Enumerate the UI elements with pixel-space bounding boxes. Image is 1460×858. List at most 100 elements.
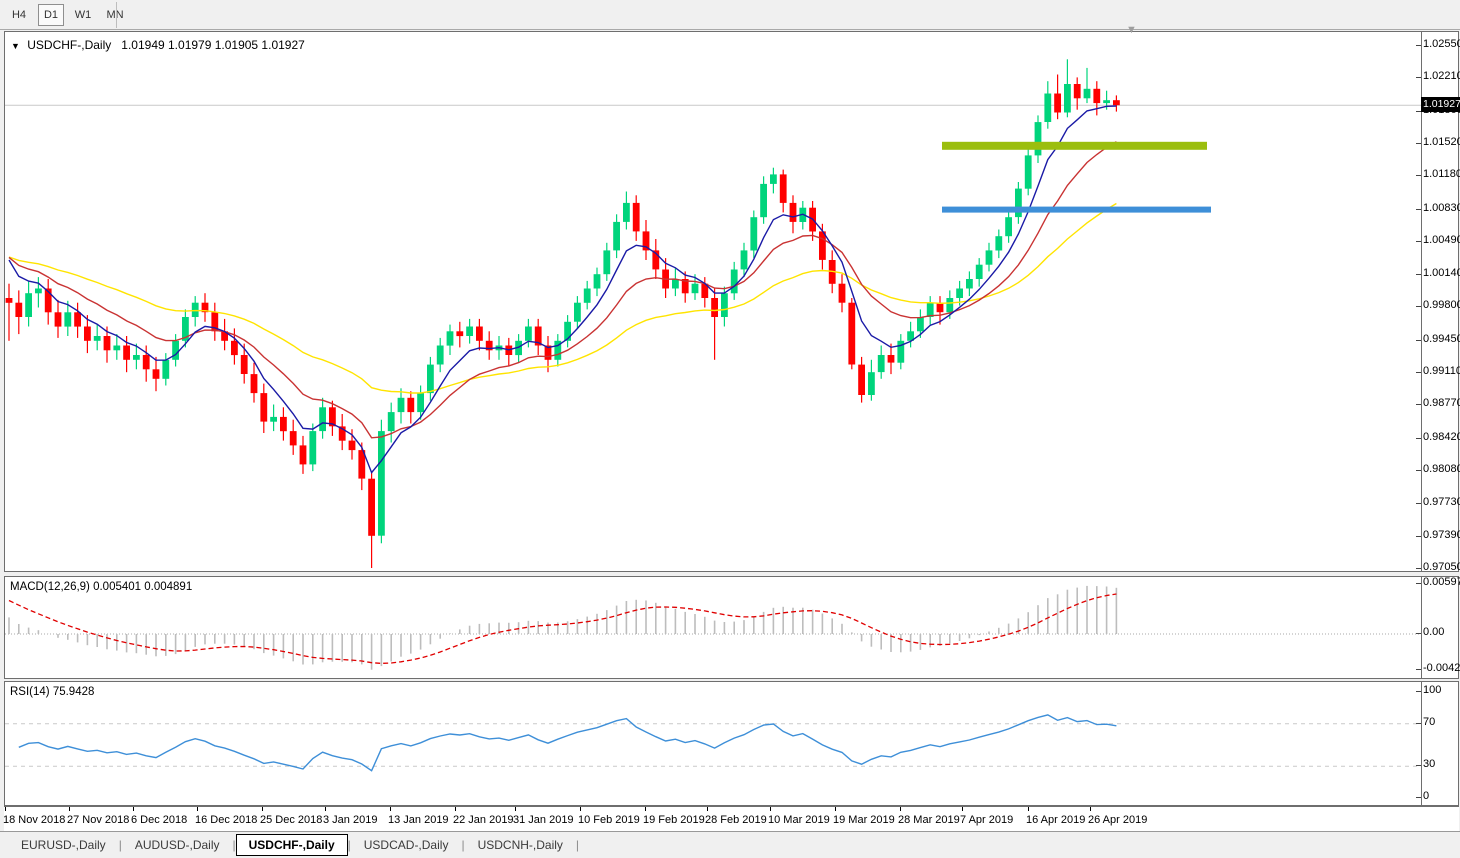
timeframe-tab-mn[interactable]: MN xyxy=(102,4,128,26)
chart-ohlc-values: 1.01949 1.01979 1.01905 1.01927 xyxy=(121,38,305,52)
macd-panel: MACD(12,26,9) 0.005401 0.004891 xyxy=(4,576,1459,679)
candle-body xyxy=(437,346,444,365)
candle-body xyxy=(476,327,483,341)
date-tick-mark xyxy=(1090,807,1091,811)
date-tick-mark xyxy=(133,807,134,811)
tab-separator: | xyxy=(576,838,579,852)
candle-body xyxy=(74,312,81,326)
symbol-tab-audusd[interactable]: AUDUSD-,Daily xyxy=(122,835,233,855)
date-axis[interactable]: 18 Nov 201827 Nov 20186 Dec 201816 Dec 2… xyxy=(4,806,1459,831)
candle-body xyxy=(1084,89,1091,99)
date-tick-label: 31 Jan 2019 xyxy=(513,814,574,826)
symbol-dropdown-icon[interactable]: ▼ xyxy=(11,41,20,51)
timeframe-tab-h4[interactable]: H4 xyxy=(6,4,32,26)
rsi-chart-svg xyxy=(5,682,1421,805)
candle-body xyxy=(525,327,532,341)
candle-body xyxy=(35,289,42,294)
date-tick-label: 28 Feb 2019 xyxy=(705,814,767,826)
candle-body xyxy=(721,293,728,317)
rsi-line xyxy=(19,715,1117,771)
candle-body xyxy=(613,222,620,251)
candle-body xyxy=(427,365,434,394)
candle-body xyxy=(731,270,738,294)
candle-body xyxy=(976,265,983,279)
candle-body xyxy=(848,303,855,365)
timeframe-tab-d1[interactable]: D1 xyxy=(38,4,64,26)
rsi-label: RSI(14) 75.9428 xyxy=(10,686,94,698)
symbol-tab-eurusd[interactable]: EURUSD-,Daily xyxy=(8,835,119,855)
candle-body xyxy=(64,312,71,326)
candle-body xyxy=(780,174,787,203)
macd-chart-svg xyxy=(5,577,1421,678)
autoscroll-triangle-icon: ▼ xyxy=(1126,24,1137,36)
date-tick-mark xyxy=(197,807,198,811)
candle-body xyxy=(1054,94,1061,113)
candle-body xyxy=(349,441,356,451)
date-tick-label: 18 Nov 2018 xyxy=(3,814,65,826)
date-tick-mark xyxy=(325,807,326,811)
candle-body xyxy=(378,431,385,536)
candle-body xyxy=(447,331,454,345)
symbol-tab-usdcad[interactable]: USDCAD-,Daily xyxy=(351,835,462,855)
candle-body xyxy=(790,203,797,222)
support-line[interactable] xyxy=(942,207,1211,213)
timeframe-tab-w1[interactable]: W1 xyxy=(70,4,96,26)
candle-body xyxy=(1025,155,1032,188)
symbol-tab-bar: EURUSD-,Daily|AUDUSD-,Daily|USDCHF-,Dail… xyxy=(0,831,1460,858)
date-tick-label: 13 Jan 2019 xyxy=(388,814,449,826)
candle-body xyxy=(770,174,777,184)
candle-body xyxy=(104,336,111,350)
candle-body xyxy=(280,417,287,431)
chart-title: ▼ USDCHF-,Daily 1.01949 1.01979 1.01905 … xyxy=(11,38,305,52)
date-tick-mark xyxy=(390,807,391,811)
resistance-band[interactable] xyxy=(942,142,1207,150)
macd-axis-border xyxy=(1421,577,1422,678)
date-tick-mark xyxy=(962,807,963,811)
candle-body xyxy=(241,355,248,374)
symbol-tab-usdcnh[interactable]: USDCNH-,Daily xyxy=(465,835,576,855)
timeframe-toolbar: H4 D1 W1 MN xyxy=(0,0,1460,30)
candle-body xyxy=(290,431,297,445)
date-tick-label: 19 Feb 2019 xyxy=(643,814,705,826)
date-tick-label: 6 Dec 2018 xyxy=(131,814,187,826)
candle-body xyxy=(368,479,375,536)
macd-label: MACD(12,26,9) 0.005401 0.004891 xyxy=(10,581,192,593)
candle-body xyxy=(319,407,326,431)
date-tick-mark xyxy=(5,807,6,811)
date-tick-mark xyxy=(645,807,646,811)
candle-body xyxy=(260,393,267,422)
date-tick-mark xyxy=(69,807,70,811)
symbol-tab-usdchf[interactable]: USDCHF-,Daily xyxy=(236,834,348,856)
date-tick-label: 25 Dec 2018 xyxy=(260,814,322,826)
candle-body xyxy=(25,293,32,317)
candle-body xyxy=(15,303,22,317)
ma-fast-line xyxy=(9,106,1116,473)
date-tick-label: 10 Feb 2019 xyxy=(578,814,640,826)
date-tick-mark xyxy=(262,807,263,811)
candle-body xyxy=(6,298,13,303)
candle-body xyxy=(84,327,91,341)
current-price-tag: 1.01927 xyxy=(1421,97,1460,112)
date-tick-label: 16 Apr 2019 xyxy=(1026,814,1085,826)
candle-body xyxy=(407,398,414,412)
date-tick-label: 3 Jan 2019 xyxy=(323,814,377,826)
candle-body xyxy=(1064,84,1071,113)
candle-body xyxy=(623,203,630,222)
candle-body xyxy=(1005,217,1012,236)
candle-body xyxy=(584,289,591,303)
candle-body xyxy=(133,355,140,360)
candle-body xyxy=(94,336,101,341)
candle-body xyxy=(927,303,934,317)
date-tick-label: 10 Mar 2019 xyxy=(768,814,830,826)
candle-body xyxy=(986,250,993,264)
date-tick-mark xyxy=(835,807,836,811)
candle-body xyxy=(1093,89,1100,103)
candle-body xyxy=(760,184,767,217)
price-chart-panel: ▼ USDCHF-,Daily 1.01949 1.01979 1.01905 … xyxy=(4,31,1459,572)
candle-body xyxy=(300,445,307,464)
candle-body xyxy=(888,355,895,363)
candle-body xyxy=(858,365,865,395)
candle-body xyxy=(192,303,199,317)
candle-body xyxy=(633,203,640,232)
candle-body xyxy=(937,303,944,313)
